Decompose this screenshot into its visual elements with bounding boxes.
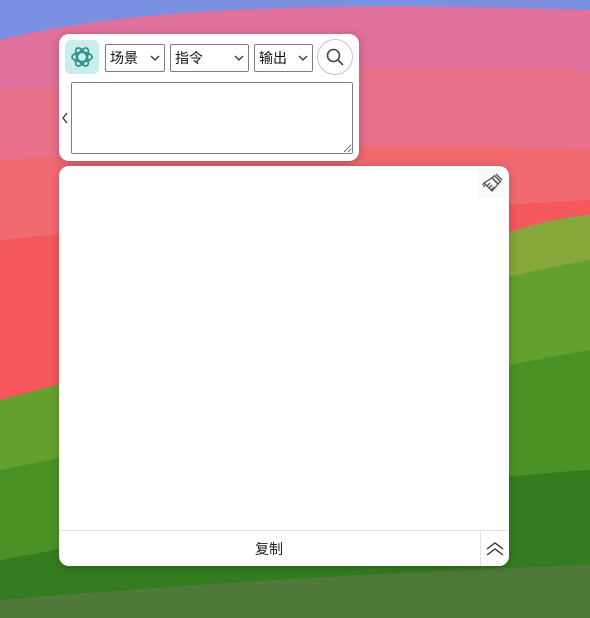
broom-icon [481,173,503,192]
output-select-value: 输出 [259,50,287,66]
output-select[interactable]: 输出 [254,44,313,72]
output-text-area[interactable] [59,200,509,530]
command-select[interactable]: 指令 [170,44,249,72]
prompt-input[interactable] [71,82,353,154]
search-button[interactable] [317,39,353,75]
scene-select[interactable]: 场景 [105,44,165,72]
command-select-value: 指令 [175,50,203,66]
scroll-to-top-button[interactable] [480,531,509,566]
chevron-down-icon [298,55,308,61]
chevron-left-icon[interactable] [61,111,69,125]
query-panel: 场景 指令 输出 [59,34,359,161]
chevron-down-icon [150,55,160,61]
search-icon [326,48,344,66]
output-panel: 复制 [59,166,509,566]
copy-button[interactable]: 复制 [59,531,479,566]
chatgpt-logo-icon [65,40,99,74]
output-footer: 复制 [59,530,509,566]
chevron-down-icon [234,55,244,61]
scene-select-value: 场景 [110,50,138,66]
double-chevron-up-icon [486,541,504,556]
clear-output-button[interactable] [478,168,508,198]
